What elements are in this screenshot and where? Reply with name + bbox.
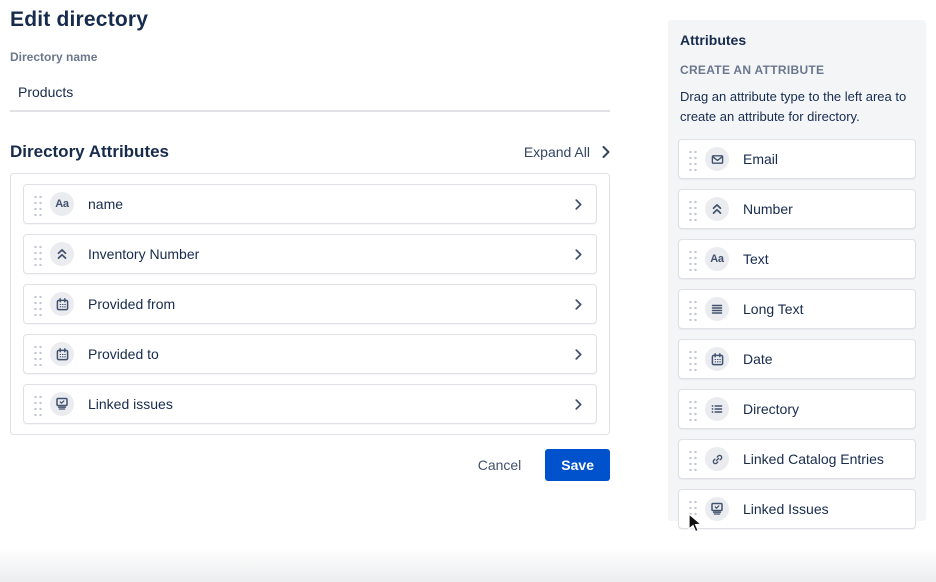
chevron-right-icon[interactable] [575, 249, 582, 260]
drag-handle-icon[interactable] [687, 198, 697, 221]
expand-all-button[interactable]: Expand All [524, 144, 610, 160]
attribute-type-label: Number [743, 201, 793, 217]
chevron-right-icon[interactable] [575, 299, 582, 310]
directory-name-label: Directory name [10, 50, 610, 64]
directory-attributes-title: Directory Attributes [10, 142, 169, 162]
attribute-type-linked-catalog-entries[interactable]: Linked Catalog Entries [678, 439, 916, 479]
drag-handle-icon[interactable] [32, 293, 42, 316]
number-icon [50, 242, 74, 266]
attribute-type-label: Email [743, 151, 778, 167]
attributes-panel: Attributes CREATE AN ATTRIBUTE Drag an a… [668, 20, 926, 521]
cancel-button[interactable]: Cancel [468, 450, 532, 480]
attribute-label: name [88, 196, 575, 212]
attribute-row-provided-from[interactable]: Provided from [23, 284, 597, 324]
drag-handle-icon[interactable] [687, 148, 697, 171]
text-icon: Aa [705, 247, 729, 271]
drag-handle-icon[interactable] [32, 193, 42, 216]
footer-fade [0, 548, 936, 582]
attributes-panel-title: Attributes [680, 32, 916, 48]
number-icon [705, 197, 729, 221]
edit-directory-page: Edit directory Directory name Directory … [0, 0, 936, 582]
calendar-icon [50, 342, 74, 366]
attribute-type-linked-issues[interactable]: Linked Issues [678, 489, 916, 529]
attribute-type-label: Linked Catalog Entries [743, 451, 884, 467]
directory-name-input[interactable] [10, 78, 610, 112]
linked-issues-icon [705, 497, 729, 521]
attribute-type-label: Text [743, 251, 769, 267]
drag-handle-icon[interactable] [32, 243, 42, 266]
attribute-type-directory[interactable]: Directory [678, 389, 916, 429]
main-form-area: Edit directory Directory name Directory … [10, 8, 610, 435]
chevron-right-icon[interactable] [575, 199, 582, 210]
attribute-row-name[interactable]: Aa name [23, 184, 597, 224]
attribute-row-provided-to[interactable]: Provided to [23, 334, 597, 374]
drag-handle-icon[interactable] [687, 398, 697, 421]
attribute-type-date[interactable]: Date [678, 339, 916, 379]
form-actions: Cancel Save [10, 449, 610, 481]
attribute-label: Provided to [88, 346, 575, 362]
attribute-type-label: Linked Issues [743, 501, 829, 517]
attribute-label: Inventory Number [88, 246, 575, 262]
drag-handle-icon[interactable] [32, 343, 42, 366]
drag-handle-icon[interactable] [32, 393, 42, 416]
chevron-right-icon [602, 146, 610, 158]
drag-handle-icon[interactable] [687, 348, 697, 371]
drag-handle-icon[interactable] [687, 448, 697, 471]
chevron-right-icon[interactable] [575, 399, 582, 410]
calendar-icon [50, 292, 74, 316]
attribute-type-number[interactable]: Number [678, 189, 916, 229]
drag-handle-icon[interactable] [687, 298, 697, 321]
attribute-label: Provided from [88, 296, 575, 312]
mouse-cursor [688, 513, 704, 540]
calendar-icon [705, 347, 729, 371]
long-text-icon [705, 297, 729, 321]
attribute-type-label: Directory [743, 401, 799, 417]
attribute-type-email[interactable]: Email [678, 139, 916, 179]
attribute-label: Linked issues [88, 396, 575, 412]
linked-issues-icon [50, 392, 74, 416]
attribute-type-label: Date [743, 351, 773, 367]
attribute-row-inventory-number[interactable]: Inventory Number [23, 234, 597, 274]
email-icon [705, 147, 729, 171]
directory-attributes-list: Aa name Inventory Number [10, 173, 610, 435]
save-button[interactable]: Save [545, 449, 610, 481]
create-attribute-description: Drag an attribute type to the left area … [680, 87, 916, 127]
directory-attributes-header: Directory Attributes Expand All [10, 142, 610, 162]
text-icon: Aa [50, 192, 74, 216]
attribute-type-list: Email Number Aa Text Long Text [678, 139, 916, 529]
page-title: Edit directory [10, 8, 610, 32]
link-icon [705, 447, 729, 471]
attribute-type-label: Long Text [743, 301, 803, 317]
attribute-row-linked-issues[interactable]: Linked issues [23, 384, 597, 424]
directory-icon [705, 397, 729, 421]
create-attribute-heading: CREATE AN ATTRIBUTE [680, 63, 916, 77]
chevron-right-icon[interactable] [575, 349, 582, 360]
attribute-type-long-text[interactable]: Long Text [678, 289, 916, 329]
expand-all-label: Expand All [524, 144, 590, 160]
drag-handle-icon[interactable] [687, 248, 697, 271]
attribute-type-text[interactable]: Aa Text [678, 239, 916, 279]
